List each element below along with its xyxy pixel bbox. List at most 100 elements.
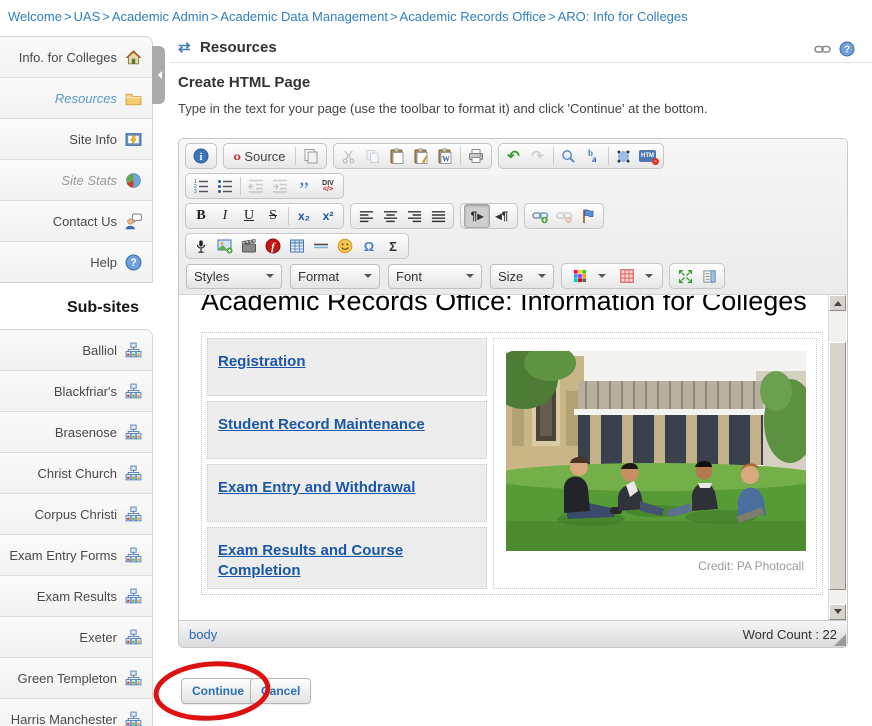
subsite-item-harris-manchester[interactable]: Harris Manchester bbox=[0, 699, 152, 726]
insert-image-button[interactable] bbox=[213, 235, 237, 257]
text-color-button[interactable] bbox=[565, 265, 612, 287]
undo-button[interactable]: ↶ bbox=[502, 145, 526, 167]
italic-button[interactable]: I bbox=[213, 205, 237, 227]
find-button[interactable] bbox=[557, 145, 581, 167]
horizontal-rule-button[interactable] bbox=[309, 235, 333, 257]
refresh-icon[interactable]: ⇄ bbox=[178, 38, 191, 56]
equation-button[interactable]: Σ bbox=[381, 235, 405, 257]
breadcrumb-link[interactable]: Welcome bbox=[8, 9, 62, 24]
select-all-button[interactable] bbox=[612, 145, 636, 167]
size-dropdown[interactable]: Size bbox=[490, 264, 554, 289]
sitemap-icon bbox=[125, 424, 142, 441]
styles-dropdown[interactable]: Styles bbox=[186, 264, 282, 289]
text-color-icon bbox=[571, 268, 588, 285]
scroll-up-button[interactable] bbox=[829, 295, 846, 311]
align-right-button[interactable] bbox=[402, 205, 426, 227]
insert-video-button[interactable] bbox=[237, 235, 261, 257]
justify-button[interactable] bbox=[426, 205, 450, 227]
svg-text:W: W bbox=[442, 155, 450, 164]
flag-icon bbox=[580, 208, 597, 225]
content-link-exam-results-and-course-completion[interactable]: Exam Results and Course Completion bbox=[218, 542, 403, 579]
editor-content-area[interactable]: Academic Records Office: Information for… bbox=[179, 295, 847, 620]
subsite-item-exam-entry-forms[interactable]: Exam Entry Forms bbox=[0, 535, 152, 576]
print-button[interactable] bbox=[464, 145, 488, 167]
sidebar-collapse-handle[interactable] bbox=[152, 46, 165, 104]
font-dropdown[interactable]: Font bbox=[388, 264, 482, 289]
align-center-button[interactable] bbox=[378, 205, 402, 227]
insert-flash-button[interactable]: f bbox=[261, 235, 285, 257]
bulleted-list-button[interactable] bbox=[213, 175, 237, 197]
editor-scrollbar[interactable] bbox=[828, 295, 846, 620]
superscript-button[interactable]: x² bbox=[316, 205, 340, 227]
bold-button[interactable]: B bbox=[189, 205, 213, 227]
align-left-button[interactable] bbox=[354, 205, 378, 227]
insert-table-button[interactable] bbox=[285, 235, 309, 257]
link-icon[interactable] bbox=[814, 40, 831, 57]
insert-link-button[interactable] bbox=[528, 205, 552, 227]
svg-text:?: ? bbox=[130, 257, 136, 269]
breadcrumb-link[interactable]: ARO: Info for Colleges bbox=[558, 9, 688, 24]
format-dropdown[interactable]: Format bbox=[290, 264, 380, 289]
subsite-item-balliol[interactable]: Balliol bbox=[0, 330, 152, 371]
continue-button[interactable]: Continue bbox=[181, 678, 255, 704]
sidebar-item-site-info[interactable]: Site Info bbox=[0, 119, 152, 160]
replace-button[interactable]: ba bbox=[581, 145, 605, 167]
source-button[interactable]: ‹›Source bbox=[227, 145, 292, 167]
anchor-button[interactable] bbox=[576, 205, 600, 227]
sigma-icon: Σ bbox=[389, 239, 397, 254]
resize-grip[interactable] bbox=[834, 634, 846, 646]
subsite-item-brasenose[interactable]: Brasenose bbox=[0, 412, 152, 453]
background-color-button[interactable] bbox=[612, 265, 659, 287]
help-icon[interactable]: ? bbox=[838, 40, 855, 57]
subsite-item-blackfriars[interactable]: Blackfriar's bbox=[0, 371, 152, 412]
maximize-button[interactable] bbox=[673, 265, 697, 287]
breadcrumb-link[interactable]: Academic Records Office bbox=[400, 9, 546, 24]
breadcrumb-link[interactable]: Academic Admin bbox=[112, 9, 209, 24]
sidebar-item-site-stats[interactable]: Site Stats bbox=[0, 160, 152, 201]
outdent-icon bbox=[248, 178, 265, 195]
header-divider bbox=[170, 62, 872, 63]
remove-format-button[interactable]: HTM- bbox=[636, 145, 660, 167]
content-link-exam-entry-and-withdrawal[interactable]: Exam Entry and Withdrawal bbox=[218, 479, 415, 496]
redo-button: ↷ bbox=[526, 145, 550, 167]
subscript-button[interactable]: x₂ bbox=[292, 205, 316, 227]
content-link-student-record-maintenance[interactable]: Student Record Maintenance bbox=[218, 416, 425, 433]
numbered-list-button[interactable]: 123 bbox=[189, 175, 213, 197]
paste-word-button[interactable]: W bbox=[433, 145, 457, 167]
breadcrumb-link[interactable]: Academic Data Management bbox=[220, 9, 388, 24]
smiley-button[interactable] bbox=[333, 235, 357, 257]
div-container-button[interactable]: DIV</> bbox=[316, 175, 340, 197]
subsite-item-christ-church[interactable]: Christ Church bbox=[0, 453, 152, 494]
subsite-item-exam-results[interactable]: Exam Results bbox=[0, 576, 152, 617]
undo-icon: ↶ bbox=[507, 147, 520, 165]
subsite-item-corpus-christi[interactable]: Corpus Christi bbox=[0, 494, 152, 535]
templates-button[interactable] bbox=[299, 145, 323, 167]
breadcrumb-link[interactable]: UAS bbox=[74, 9, 101, 24]
links-column: Registration Student Record Maintenance … bbox=[207, 338, 487, 589]
microphone-icon bbox=[193, 238, 210, 255]
subsite-item-exeter[interactable]: Exeter bbox=[0, 617, 152, 658]
help-icon: ? bbox=[125, 254, 142, 271]
underline-button[interactable]: U bbox=[237, 205, 261, 227]
show-blocks-button[interactable] bbox=[697, 265, 721, 287]
strikethrough-button[interactable]: S bbox=[261, 205, 285, 227]
content-link-registration[interactable]: Registration bbox=[218, 353, 306, 370]
scissors-icon bbox=[340, 148, 357, 165]
about-button[interactable]: i bbox=[189, 145, 213, 167]
sidebar-item-help[interactable]: Help ? bbox=[0, 242, 152, 282]
scrollbar-thumb[interactable] bbox=[829, 342, 846, 590]
scroll-down-button[interactable] bbox=[829, 604, 846, 620]
insert-audio-button[interactable] bbox=[189, 235, 213, 257]
text-direction-ltr-button[interactable]: ¶▸ bbox=[464, 204, 490, 228]
cancel-button[interactable]: Cancel bbox=[250, 678, 311, 704]
sidebar-item-info-for-colleges[interactable]: Info. for Colleges bbox=[0, 37, 152, 78]
text-direction-rtl-button[interactable]: ◂¶ bbox=[490, 205, 514, 227]
sidebar-item-resources[interactable]: Resources bbox=[0, 78, 152, 119]
paste-text-button[interactable] bbox=[409, 145, 433, 167]
subsite-item-green-templeton[interactable]: Green Templeton bbox=[0, 658, 152, 699]
element-path[interactable]: body bbox=[189, 627, 217, 642]
sidebar-item-contact-us[interactable]: Contact Us bbox=[0, 201, 152, 242]
blockquote-button[interactable]: ” bbox=[292, 175, 316, 197]
special-char-button[interactable]: Ω bbox=[357, 235, 381, 257]
paste-button[interactable] bbox=[385, 145, 409, 167]
